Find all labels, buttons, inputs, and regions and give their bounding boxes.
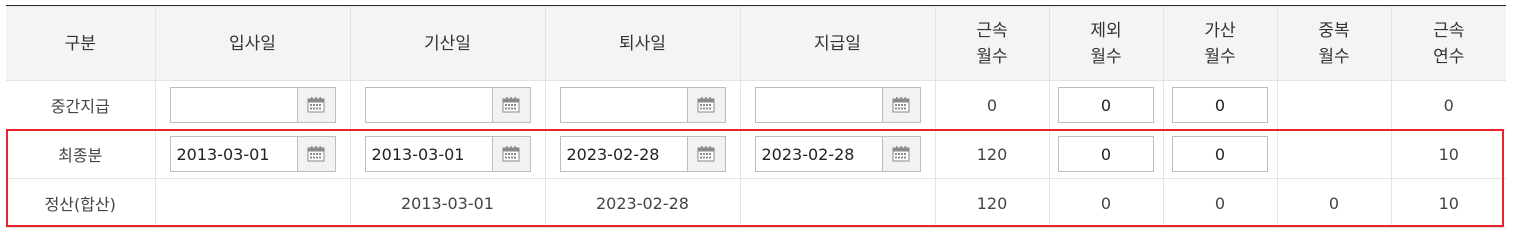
final-start-date-input[interactable] xyxy=(364,136,493,172)
settlement-join-date xyxy=(154,178,351,228)
header-service-years: 근속 연수 xyxy=(1390,6,1506,81)
final-retire-date-input[interactable] xyxy=(559,136,688,172)
interim-overlap-months xyxy=(1276,80,1392,130)
final-service-years: 10 xyxy=(1390,129,1506,179)
settlement-pay-date xyxy=(739,178,936,228)
settlement-retire-date: 2023-02-28 xyxy=(544,178,741,228)
calendar-icon[interactable] xyxy=(687,136,726,172)
interim-start-date-input[interactable] xyxy=(364,87,493,123)
header-join-date: 입사일 xyxy=(154,6,351,81)
final-excluded-months-input[interactable] xyxy=(1058,136,1154,172)
settlement-service-months: 120 xyxy=(934,178,1050,228)
calendar-icon[interactable] xyxy=(492,87,531,123)
interim-excluded-months-input[interactable] xyxy=(1058,87,1154,123)
calendar-icon[interactable] xyxy=(882,87,921,123)
final-join-date-input[interactable] xyxy=(169,136,298,172)
header-start-date: 기산일 xyxy=(349,6,546,81)
calendar-icon[interactable] xyxy=(882,136,921,172)
final-service-months: 120 xyxy=(934,129,1050,179)
interim-retire-date-input[interactable] xyxy=(559,87,688,123)
settlement-overlap-months: 0 xyxy=(1276,178,1392,228)
header-added-months: 가산 월수 xyxy=(1162,6,1278,81)
calendar-icon[interactable] xyxy=(492,136,531,172)
header-overlap-months: 중복 월수 xyxy=(1276,6,1392,81)
header-category: 구분 xyxy=(6,6,156,81)
settlement-added-months: 0 xyxy=(1162,178,1278,228)
calendar-icon[interactable] xyxy=(297,87,336,123)
final-overlap-months xyxy=(1276,129,1392,179)
final-added-months-input[interactable] xyxy=(1172,136,1268,172)
row-interim-label: 중간지급 xyxy=(6,80,156,130)
settlement-excluded-months: 0 xyxy=(1048,178,1164,228)
header-service-months: 근속 월수 xyxy=(934,6,1050,81)
calendar-icon[interactable] xyxy=(297,136,336,172)
row-settlement-label: 정산(합산) xyxy=(6,178,156,228)
interim-service-months: 0 xyxy=(934,80,1050,130)
interim-pay-date-input[interactable] xyxy=(754,87,883,123)
settlement-service-years: 10 xyxy=(1390,178,1506,228)
retirement-calc-table: 구분 입사일 기산일 퇴사일 지급일 근속 월수 제외 월수 가산 월수 중복 월수 근… xyxy=(6,6,1506,228)
header-retire-date: 퇴사일 xyxy=(544,6,741,81)
row-interim: 중간지급 0 0 xyxy=(6,80,1506,130)
interim-service-years: 0 xyxy=(1390,80,1506,130)
header-pay-date: 지급일 xyxy=(739,6,936,81)
row-settlement: 정산(합산) 2013-03-01 2023-02-28 120 0 0 0 1… xyxy=(6,178,1506,228)
calendar-icon[interactable] xyxy=(687,87,726,123)
header-row: 구분 입사일 기산일 퇴사일 지급일 근속 월수 제외 월수 가산 월수 중복 월수 근… xyxy=(6,6,1506,81)
interim-join-date-input[interactable] xyxy=(169,87,298,123)
settlement-start-date: 2013-03-01 xyxy=(349,178,546,228)
row-final: 최종분 120 10 xyxy=(6,129,1506,179)
header-excluded-months: 제외 월수 xyxy=(1048,6,1164,81)
interim-added-months-input[interactable] xyxy=(1172,87,1268,123)
row-final-label: 최종분 xyxy=(6,129,156,179)
final-pay-date-input[interactable] xyxy=(754,136,883,172)
